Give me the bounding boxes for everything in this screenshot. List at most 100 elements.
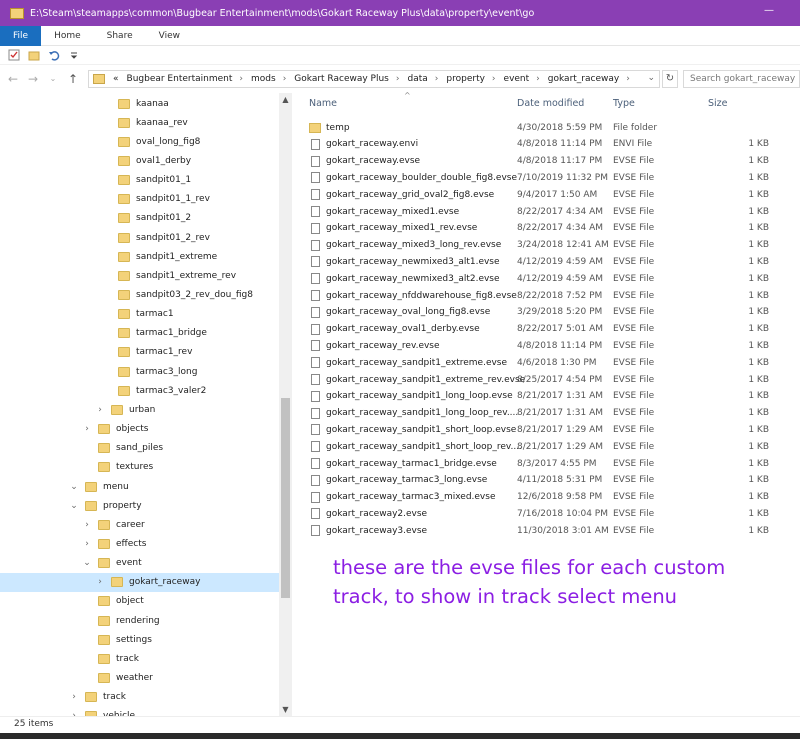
scroll-down-icon[interactable]: ▼ (279, 703, 292, 716)
file-row[interactable]: gokart_raceway_sandpit1_short_loop_rev..… (309, 438, 769, 455)
tree-item[interactable]: tarmac1_bridge (0, 324, 279, 343)
chevron-right-icon[interactable]: › (396, 74, 400, 84)
chevron-right-icon[interactable]: › (95, 577, 105, 587)
chevron-right-icon[interactable]: › (82, 520, 92, 530)
minimize-icon[interactable]: — (764, 6, 774, 16)
tree-item[interactable]: weather (0, 669, 279, 688)
undo-icon[interactable] (48, 49, 60, 61)
chevron-down-icon[interactable]: ⌄ (82, 558, 92, 568)
file-row[interactable]: gokart_raceway_mixed3_long_rev.evse 3/24/… (309, 237, 769, 254)
tree-item[interactable]: sandpit01_2 (0, 209, 279, 228)
file-row[interactable]: gokart_raceway_rev.evse 4/8/2018 11:14 PM… (309, 337, 769, 354)
new-folder-icon[interactable] (28, 49, 40, 61)
file-row[interactable]: gokart_raceway3.evse 11/30/2018 3:01 AM EV… (309, 522, 769, 539)
tree-item[interactable]: ⌄ property (0, 496, 279, 515)
file-row[interactable]: gokart_raceway_tarmac3_mixed.evse 12/6/20… (309, 489, 769, 506)
file-row[interactable]: gokart_raceway_mixed1.evse 8/22/2017 4:34… (309, 203, 769, 220)
file-row[interactable]: gokart_raceway_sandpit1_extreme.evse 4/6/… (309, 354, 769, 371)
column-header-size[interactable]: Size (708, 93, 728, 115)
breadcrumb-item[interactable]: event (504, 74, 530, 84)
recent-locations-icon[interactable]: ⌄ (46, 72, 60, 86)
file-row[interactable]: gokart_raceway_oval1_derby.evse 8/22/2017… (309, 321, 769, 338)
tree-item[interactable]: › gokart_raceway (0, 572, 279, 592)
navigation-pane-scrollbar[interactable]: ▲ ▼ (279, 93, 292, 716)
tree-item[interactable]: ⌄ event (0, 554, 279, 573)
chevron-right-icon[interactable]: › (435, 74, 439, 84)
tree-item[interactable]: sand_piles (0, 439, 279, 458)
chevron-right-icon[interactable]: › (283, 74, 287, 84)
breadcrumb-item[interactable]: Gokart Raceway Plus (294, 74, 389, 84)
chevron-right-icon[interactable]: › (95, 405, 105, 415)
chevron-down-icon[interactable]: ⌄ (69, 501, 79, 511)
file-row[interactable]: gokart_raceway.envi 4/8/2018 11:14 PM ENVI… (309, 136, 769, 153)
file-row[interactable]: gokart_raceway_newmixed3_alt2.evse 4/12/2… (309, 270, 769, 287)
tree-item[interactable]: track (0, 649, 279, 668)
tree-item[interactable]: tarmac3_long (0, 362, 279, 381)
tree-item[interactable]: object (0, 592, 279, 611)
file-row[interactable]: gokart_raceway2.evse 7/16/2018 10:04 PM EV… (309, 505, 769, 522)
file-row[interactable]: gokart_raceway_sandpit1_long_loop.evse 8/… (309, 388, 769, 405)
file-row[interactable]: gokart_raceway_tarmac1_bridge.evse 8/3/20… (309, 455, 769, 472)
title-bar[interactable]: E:\Steam\steamapps\common\Bugbear Entert… (0, 0, 800, 26)
address-bar[interactable]: « Bugbear Entertainment › mods › Gokart … (88, 70, 660, 88)
file-row[interactable]: gokart_raceway_grid_oval2_fig8.evse 9/4/2… (309, 186, 769, 203)
breadcrumb-item[interactable]: gokart_raceway (548, 74, 619, 84)
file-row[interactable]: temp 4/30/2018 5:59 PM File folder (309, 119, 769, 136)
tab-share[interactable]: Share (94, 26, 146, 46)
file-row[interactable]: gokart_raceway.evse 4/8/2018 11:17 PM EVSE… (309, 153, 769, 170)
file-list[interactable]: Name ^ Date modified Type Size temp 4/30/… (292, 91, 800, 716)
file-row[interactable]: gokart_raceway_boulder_double_fig8.evse 7… (309, 169, 769, 186)
tree-item[interactable]: sandpit01_1 (0, 171, 279, 190)
column-header-date[interactable]: Date modified (517, 93, 584, 115)
tab-home[interactable]: Home (41, 26, 94, 46)
tree-item[interactable]: kaanaa (0, 94, 279, 113)
file-row[interactable]: gokart_raceway_newmixed3_alt1.evse 4/12/2… (309, 253, 769, 270)
chevron-right-icon[interactable]: › (626, 74, 630, 84)
address-dropdown-icon[interactable]: ⌄ (647, 73, 655, 83)
tab-view[interactable]: View (146, 26, 193, 46)
tree-item[interactable]: tarmac1 (0, 305, 279, 324)
column-header-type[interactable]: Type (613, 93, 635, 115)
column-header-name[interactable]: Name (309, 93, 337, 115)
tree-item[interactable]: tarmac3_valer2 (0, 381, 279, 400)
customize-dropdown-icon[interactable] (68, 49, 80, 61)
forward-icon[interactable]: → (26, 72, 40, 86)
tree-item[interactable]: › track (0, 688, 279, 707)
navigation-pane[interactable]: kaanaa kaanaa_rev oval_long_fig8 oval1_derb… (0, 93, 292, 716)
tree-item[interactable]: kaanaa_rev (0, 113, 279, 132)
tree-item[interactable]: sandpit1_extreme (0, 247, 279, 266)
up-icon[interactable]: ↑ (66, 72, 80, 86)
tree-item[interactable]: textures (0, 458, 279, 477)
tree-item[interactable]: › objects (0, 420, 279, 439)
tab-file[interactable]: File (0, 26, 42, 46)
breadcrumb-item[interactable]: data (408, 74, 428, 84)
tree-item[interactable]: sandpit03_2_rev_dou_fig8 (0, 286, 279, 305)
tree-item[interactable]: sandpit01_1_rev (0, 190, 279, 209)
chevron-right-icon[interactable]: › (82, 424, 92, 434)
scrollbar-thumb[interactable] (281, 398, 290, 598)
chevron-right-icon[interactable]: › (492, 74, 496, 84)
file-row[interactable]: gokart_raceway_sandpit1_short_loop.evse 8… (309, 421, 769, 438)
file-row[interactable]: gokart_raceway_sandpit1_extreme_rev.evse… (309, 371, 769, 388)
tree-item[interactable]: oval_long_fig8 (0, 132, 279, 151)
tree-item[interactable]: › career (0, 515, 279, 534)
tree-item[interactable]: › effects (0, 534, 279, 553)
file-row[interactable]: gokart_raceway_tarmac3_long.evse 4/11/201… (309, 472, 769, 489)
tree-item[interactable]: ⌄ menu (0, 477, 279, 496)
search-input[interactable]: Search gokart_raceway (683, 70, 800, 88)
chevron-down-icon[interactable]: ⌄ (69, 482, 79, 492)
refresh-icon[interactable]: ↻ (662, 70, 678, 88)
chevron-right-icon[interactable]: › (69, 692, 79, 702)
scroll-up-icon[interactable]: ▲ (279, 93, 292, 106)
breadcrumb-item[interactable]: property (446, 74, 485, 84)
chevron-right-icon[interactable]: › (536, 74, 540, 84)
tree-item[interactable]: oval1_derby (0, 151, 279, 170)
back-icon[interactable]: ← (6, 72, 20, 86)
breadcrumb-overflow[interactable]: « (113, 74, 119, 84)
tree-item[interactable]: sandpit1_extreme_rev (0, 266, 279, 285)
tree-item[interactable]: rendering (0, 611, 279, 630)
breadcrumb-item[interactable]: mods (251, 74, 276, 84)
tree-item[interactable]: › urban (0, 400, 279, 419)
tree-item[interactable]: ›vehicle (0, 707, 279, 716)
file-row[interactable]: gokart_raceway_oval_long_fig8.evse 3/29/2… (309, 304, 769, 321)
